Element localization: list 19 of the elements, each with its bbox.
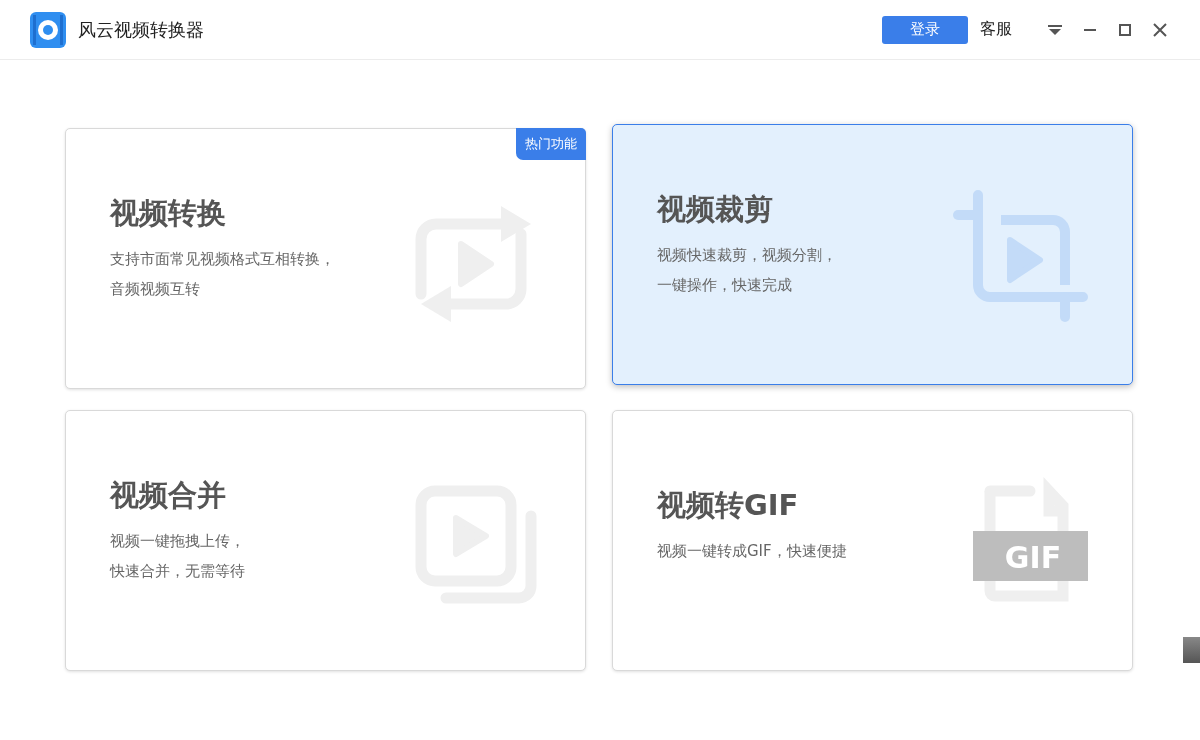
card-description: 视频一键拖拽上传， 快速合并，无需等待 (110, 530, 246, 582)
card-description: 视频一键转成GIF，快速便捷 (657, 540, 848, 562)
feature-card[interactable]: 视频转GIF 视频一键转成GIF，快速便捷 GIF (612, 410, 1133, 671)
hot-feature-badge: 热门功能 (516, 128, 586, 160)
login-button[interactable]: 登录 (882, 15, 968, 44)
feature-card[interactable]: 视频裁剪 视频快速裁剪，视频分割， 一键操作，快速完成 (612, 124, 1133, 385)
feature-card[interactable]: 热门功能 视频转换 支持市面常见视频格式互相转换， 音频视频互转 (65, 128, 586, 389)
resize-grip[interactable] (1183, 637, 1200, 663)
app-title: 风云视频转换器 (78, 17, 204, 42)
card-title: 视频裁剪 (657, 190, 774, 228)
customer-service-link[interactable]: 客服 (980, 19, 1012, 40)
card-description: 视频快速裁剪，视频分割， 一键操作，快速完成 (657, 244, 838, 296)
card-title: 视频转GIF (657, 486, 800, 524)
card-description: 支持市面常见视频格式互相转换， 音频视频互转 (110, 248, 336, 300)
card-title: 视频合并 (110, 476, 227, 514)
card-title: 视频转换 (110, 194, 227, 232)
gif-label: GIF (1004, 539, 1062, 575)
feature-card[interactable]: 视频合并 视频一键拖拽上传， 快速合并，无需等待 (65, 410, 586, 671)
app-logo-icon (30, 11, 66, 48)
